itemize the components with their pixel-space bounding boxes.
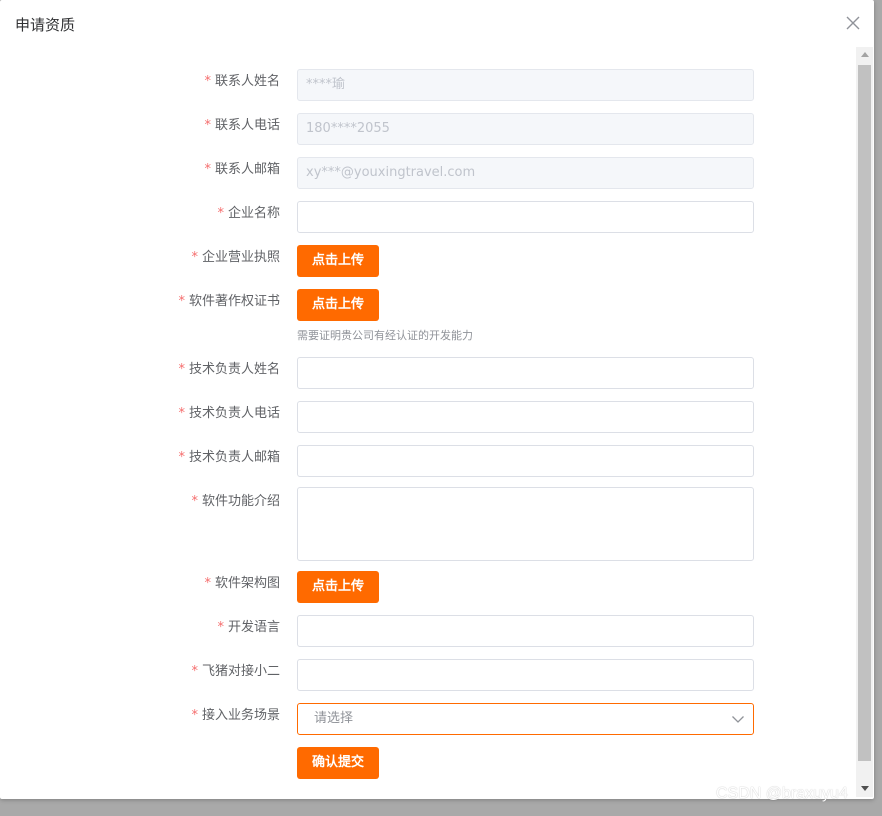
business-scene-placeholder: 请选择 — [314, 711, 354, 726]
dialog-title: 申请资质 — [15, 16, 76, 34]
tech-lead-email-input[interactable] — [297, 445, 754, 477]
fliggy-contact-input[interactable] — [297, 659, 754, 691]
contact-name-label: * 联系人姓名 — [204, 74, 280, 89]
business-scene-label: * 接入业务场景 — [191, 708, 280, 723]
scroll-down-arrow-icon[interactable] — [856, 781, 873, 797]
software-copyright-hint: 需要证明贵公司有经认证的开发能力 — [297, 329, 473, 342]
close-icon[interactable] — [842, 12, 864, 34]
csdn-watermark: CSDN @braxuyu4 — [716, 785, 848, 802]
tech-lead-name-input[interactable] — [297, 357, 754, 389]
software-intro-textarea[interactable] — [297, 487, 754, 561]
scroll-thumb[interactable] — [858, 65, 871, 761]
dev-language-input[interactable] — [297, 615, 754, 647]
contact-email-label: * 联系人邮箱 — [204, 162, 280, 177]
tech-lead-email-label: * 技术负责人邮箱 — [178, 450, 280, 465]
software-copyright-upload-button[interactable]: 点击上传 — [297, 289, 379, 321]
contact-name-input: ****瑜 — [297, 69, 754, 101]
business-license-label: * 企业营业执照 — [191, 250, 280, 265]
tech-lead-name-label: * 技术负责人姓名 — [178, 362, 280, 377]
company-name-label: * 企业名称 — [217, 206, 280, 221]
architecture-upload-button[interactable]: 点击上传 — [297, 571, 379, 603]
software-copyright-label: * 软件著作权证书 — [178, 294, 280, 309]
architecture-label: * 软件架构图 — [204, 576, 280, 591]
software-intro-label: * 软件功能介绍 — [191, 494, 280, 509]
contact-email-input: xy***@youxingtravel.com — [297, 157, 754, 189]
submit-button[interactable]: 确认提交 — [297, 747, 379, 779]
tech-lead-phone-input[interactable] — [297, 401, 754, 433]
business-scene-select[interactable]: 请选择 — [297, 703, 754, 735]
apply-qualification-dialog: 申请资质 * 联系人姓名 ****瑜 * 联系人电话 180****2055 * 联系… — [0, 0, 874, 799]
company-name-input[interactable] — [297, 201, 754, 233]
scroll-up-arrow-icon[interactable] — [856, 47, 873, 63]
contact-phone-input: 180****2055 — [297, 113, 754, 145]
contact-phone-label: * 联系人电话 — [204, 118, 280, 133]
fliggy-contact-label: * 飞猪对接小二 — [191, 664, 280, 679]
scrollbar[interactable] — [856, 47, 873, 797]
dev-language-label: * 开发语言 — [217, 620, 280, 635]
tech-lead-phone-label: * 技术负责人电话 — [178, 406, 280, 421]
business-license-upload-button[interactable]: 点击上传 — [297, 245, 379, 277]
chevron-down-icon — [731, 712, 745, 726]
